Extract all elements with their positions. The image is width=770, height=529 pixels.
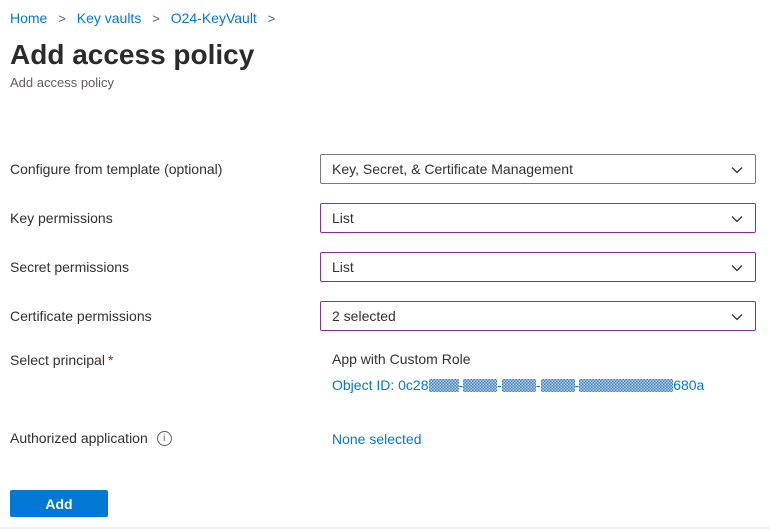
secret-permissions-dropdown[interactable]: List [320, 252, 756, 282]
key-permissions-value: List [332, 210, 354, 226]
redacted-id-segment [463, 379, 497, 392]
chevron-down-icon [730, 212, 744, 226]
info-icon[interactable] [157, 431, 172, 446]
required-asterisk: * [108, 352, 113, 368]
chevron-down-icon [730, 310, 744, 324]
redacted-id-segment [579, 379, 673, 392]
secret-permissions-value: List [332, 259, 354, 275]
object-id-suffix: 680a [673, 377, 704, 393]
form-row-key-permissions: Key permissions List [10, 203, 770, 233]
object-id-prefix: 0c28 [398, 377, 428, 393]
template-dropdown[interactable]: Key, Secret, & Certificate Management [320, 154, 756, 184]
access-policy-form: Configure from template (optional) Key, … [10, 154, 770, 448]
selected-principal: App with Custom Role Object ID: 0c28----… [332, 350, 704, 395]
redacted-id-segment [502, 379, 536, 392]
add-access-policy-page: Home > Key vaults > O24-KeyVault > Add a… [0, 0, 770, 529]
template-label: Configure from template (optional) [10, 161, 320, 177]
form-row-template: Configure from template (optional) Key, … [10, 154, 770, 184]
chevron-down-icon [730, 163, 744, 177]
authorized-application-label: Authorized application [10, 430, 148, 446]
redacted-id-segment [541, 379, 575, 392]
form-row-secret-permissions: Secret permissions List [10, 252, 770, 282]
principal-name: App with Custom Role [332, 350, 704, 369]
authorized-application-label-wrap: Authorized application [10, 430, 332, 446]
object-id-label: Object ID: [332, 377, 398, 393]
authorized-application-row: Authorized application None selected [10, 430, 770, 448]
breadcrumb-separator: > [58, 11, 66, 26]
certificate-permissions-dropdown[interactable]: 2 selected [320, 301, 756, 331]
breadcrumb-separator: > [268, 11, 276, 26]
select-principal-label: Select principal* [10, 350, 332, 395]
select-principal-row: Select principal* App with Custom Role O… [10, 350, 770, 395]
breadcrumb-home[interactable]: Home [10, 10, 47, 26]
authorized-application-none-selected-link[interactable]: None selected [332, 430, 422, 448]
object-id-dash: - [536, 377, 541, 393]
key-permissions-label: Key permissions [10, 210, 320, 226]
form-row-certificate-permissions: Certificate permissions 2 selected [10, 301, 770, 331]
breadcrumb-o24-keyvault[interactable]: O24-KeyVault [171, 10, 257, 26]
redacted-id-segment [429, 379, 459, 392]
secret-permissions-label: Secret permissions [10, 259, 320, 275]
page-subtitle: Add access policy [10, 75, 770, 91]
page-title: Add access policy [10, 38, 770, 72]
breadcrumb: Home > Key vaults > O24-KeyVault > [10, 8, 770, 29]
certificate-permissions-value: 2 selected [332, 308, 396, 324]
certificate-permissions-label: Certificate permissions [10, 308, 320, 324]
principal-object-id-link[interactable]: Object ID: 0c28----680a [332, 376, 704, 395]
breadcrumb-separator: > [152, 11, 160, 26]
add-button[interactable]: Add [10, 490, 108, 517]
select-principal-label-text: Select principal [10, 352, 105, 368]
chevron-down-icon [730, 261, 744, 275]
key-permissions-dropdown[interactable]: List [320, 203, 756, 233]
template-dropdown-value: Key, Secret, & Certificate Management [332, 161, 573, 177]
breadcrumb-key-vaults[interactable]: Key vaults [77, 10, 142, 26]
